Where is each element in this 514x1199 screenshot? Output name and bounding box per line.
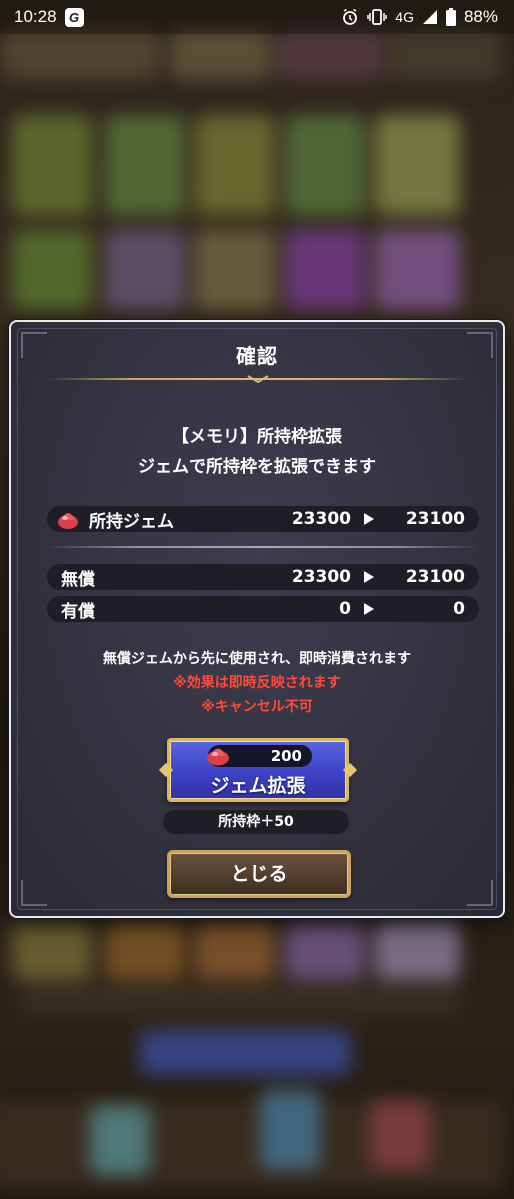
- frame-corner: [467, 880, 493, 906]
- confirm-dialog: 確認 【メモリ】所持枠拡張 ジェムで所持枠を拡張できます 所持ジェム 23300…: [9, 320, 505, 918]
- status-bar: 10:28 G 4G 88%: [0, 0, 514, 34]
- dialog-message-body: ジェムで所持枠を拡張できます: [138, 457, 376, 477]
- vibrate-icon: [367, 8, 388, 26]
- owned-gems-before: 23300: [291, 509, 351, 529]
- frame-corner: [21, 880, 47, 906]
- cost-amount: 200: [270, 747, 302, 765]
- consumption-note: 無償ジェムから先に使用され、即時消費されます: [102, 651, 412, 667]
- owned-gems-label: 所持ジェム: [89, 511, 174, 532]
- gem-expand-button[interactable]: 200 ジェム拡張: [167, 738, 349, 802]
- cost-badge: 200: [207, 745, 312, 767]
- status-time: 10:28: [14, 7, 57, 26]
- owned-gems-after: 23100: [405, 509, 465, 529]
- free-gems-label: 無償: [61, 569, 95, 590]
- warning-immediate: ※効果は即時反映されます: [173, 675, 341, 691]
- free-gems-before: 23300: [291, 567, 351, 587]
- paid-gems-row: 有償 0 0: [47, 596, 479, 622]
- title-ornament: [247, 375, 269, 384]
- free-gems-row: 無償 23300 23100: [47, 564, 479, 590]
- alarm-icon: [341, 8, 359, 26]
- warning-no-cancel: ※キャンセル不可: [201, 699, 313, 715]
- signal-icon: [422, 9, 438, 25]
- arrow-right-icon: [364, 603, 374, 615]
- red-gem-icon: [207, 748, 229, 766]
- arrow-right-icon: [364, 513, 374, 525]
- red-gem-icon: [58, 513, 78, 529]
- section-divider: [47, 546, 479, 548]
- expand-effect-badge: 所持枠＋50: [163, 810, 349, 834]
- paid-gems-after: 0: [453, 599, 465, 619]
- paid-gems-before: 0: [339, 599, 351, 619]
- paid-gems-label: 有償: [61, 601, 95, 622]
- dialog-title: 確認: [236, 344, 278, 368]
- network-type: 4G: [395, 9, 414, 25]
- arrow-right-icon: [364, 571, 374, 583]
- dialog-message-heading: 【メモリ】所持枠拡張: [172, 427, 342, 447]
- gem-expand-label: ジェム拡張: [210, 775, 306, 797]
- close-button[interactable]: とじる: [167, 850, 351, 898]
- free-gems-after: 23100: [405, 567, 465, 587]
- battery-percent: 88%: [463, 7, 498, 26]
- owned-gems-row: 所持ジェム 23300 23100: [47, 506, 479, 532]
- battery-icon: [445, 8, 456, 26]
- g-app-icon: G: [64, 7, 84, 27]
